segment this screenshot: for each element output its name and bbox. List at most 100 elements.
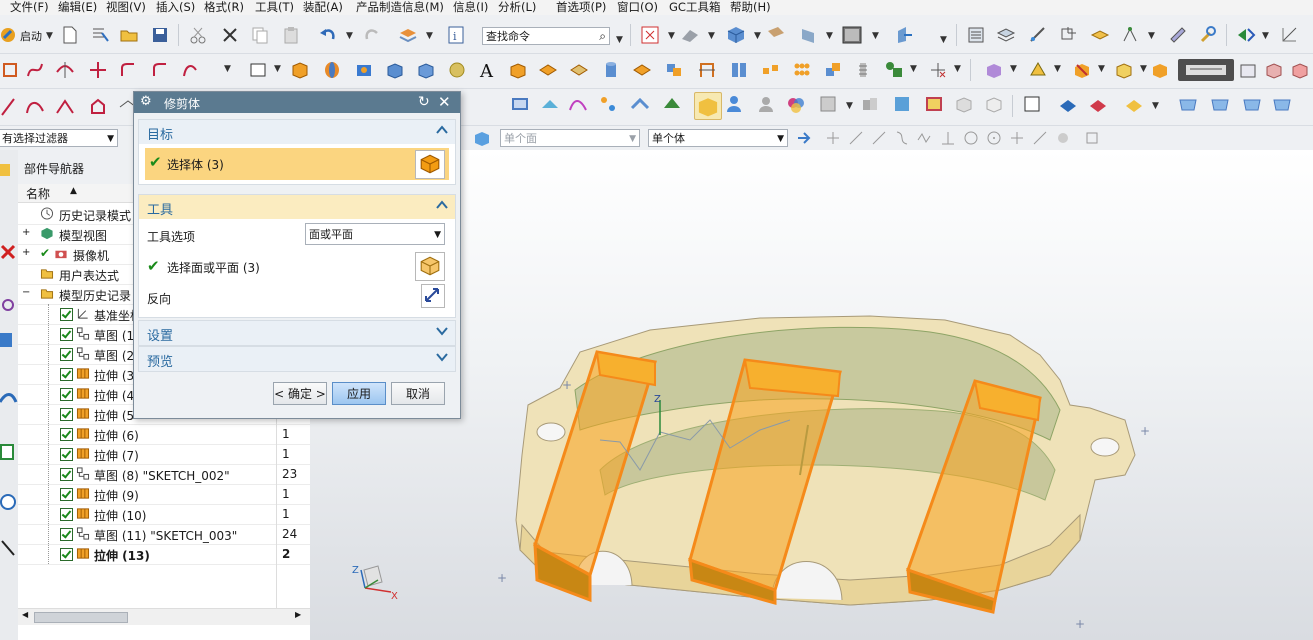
resource-assembly-icon[interactable] xyxy=(0,160,18,180)
feature-checkbox[interactable] xyxy=(60,368,73,381)
sketch-icon[interactable] xyxy=(0,60,20,80)
sort-arrow-icon[interactable]: ▲ xyxy=(70,186,77,196)
menu-info[interactable]: 信息(I) xyxy=(453,0,488,15)
feature-row[interactable]: 拉伸 (13) 2 xyxy=(18,544,310,565)
split-body-icon[interactable] xyxy=(1150,60,1170,80)
menu-analysis[interactable]: 分析(L) xyxy=(498,0,536,15)
collapse-chevron-icon[interactable] xyxy=(435,199,449,211)
sphere-icon[interactable] xyxy=(447,60,467,80)
feature-checkbox[interactable] xyxy=(60,328,73,341)
keyboard-icon[interactable] xyxy=(1178,59,1234,81)
select-body-button[interactable] xyxy=(415,150,445,179)
close-icon[interactable]: ✕ xyxy=(438,93,451,111)
assembly-icon[interactable] xyxy=(860,94,880,114)
thread-icon[interactable] xyxy=(853,60,873,80)
fillet-curve-icon[interactable] xyxy=(150,60,170,80)
face-rule-select[interactable]: 单个面 ▼ xyxy=(500,129,640,147)
collapse-chevron-icon[interactable] xyxy=(435,124,449,136)
surface-3-icon[interactable] xyxy=(1242,94,1262,114)
edge-blend-dropdown-icon[interactable]: ▼ xyxy=(1054,64,1061,74)
orient-dropdown-icon[interactable]: ▼ xyxy=(826,31,833,41)
arc-icon[interactable] xyxy=(25,97,45,117)
rect-dropdown-icon[interactable]: ▼ xyxy=(274,64,281,74)
menu-format[interactable]: 格式(R) xyxy=(204,0,244,15)
menu-window[interactable]: 窗口(O) xyxy=(617,0,658,15)
orange-plane-icon[interactable] xyxy=(1124,94,1144,114)
new-file-icon[interactable] xyxy=(60,25,80,45)
curve-more-icon[interactable]: ▼ xyxy=(224,64,231,74)
snap-point-on-icon[interactable] xyxy=(1007,128,1027,148)
select-box-icon[interactable] xyxy=(1022,94,1042,114)
array-icon[interactable] xyxy=(792,60,812,80)
draft-icon[interactable] xyxy=(697,60,717,80)
layer-category-icon[interactable] xyxy=(1090,25,1110,45)
name-column-header[interactable]: 名称 xyxy=(26,185,50,202)
arrow-right-icon[interactable] xyxy=(795,128,815,148)
apply-button[interactable]: 应用 xyxy=(332,382,386,405)
swept-icon[interactable] xyxy=(630,94,650,114)
combine-icon[interactable] xyxy=(823,60,843,80)
spline-icon[interactable] xyxy=(180,60,200,80)
feature-checkbox[interactable] xyxy=(60,548,73,561)
select-body-row[interactable]: ✔ 选择体 (3) xyxy=(145,148,449,180)
history-icon[interactable] xyxy=(90,25,110,45)
feature-checkbox[interactable] xyxy=(60,348,73,361)
resource-role-icon[interactable] xyxy=(0,537,18,557)
fit-view-icon[interactable] xyxy=(640,25,660,45)
extrude-icon[interactable] xyxy=(290,60,310,80)
datum-dropdown-icon[interactable]: ▼ xyxy=(954,64,961,74)
start-dropdown-icon[interactable]: ▼ xyxy=(46,31,53,41)
section-dropdown-icon[interactable]: ▼ xyxy=(846,101,853,111)
feature-checkbox[interactable] xyxy=(60,488,73,501)
tool-option-dropdown-icon[interactable]: ▼ xyxy=(434,224,441,246)
pattern-icon[interactable] xyxy=(729,60,749,80)
preview-section[interactable]: 预览 xyxy=(138,346,456,372)
trim-curve-icon[interactable] xyxy=(55,60,75,80)
copy-icon[interactable] xyxy=(250,25,270,45)
face-blend-icon[interactable] xyxy=(984,60,1004,80)
body-icon[interactable] xyxy=(1290,60,1310,80)
trim-body-icon[interactable] xyxy=(1114,60,1134,80)
feature-checkbox[interactable] xyxy=(60,388,73,401)
wcs-icon[interactable] xyxy=(1058,25,1078,45)
wire-body-icon[interactable] xyxy=(984,94,1004,114)
cylinder-icon[interactable] xyxy=(601,60,621,80)
start-button[interactable]: 启动 xyxy=(20,28,42,44)
wrench-icon[interactable] xyxy=(1198,25,1218,45)
render-dropdown-icon[interactable]: ▼ xyxy=(708,31,715,41)
plane-icon[interactable] xyxy=(928,60,948,80)
face-rule-dropdown-icon[interactable]: ▼ xyxy=(629,130,636,148)
check-icon[interactable]: ✔ xyxy=(40,246,50,260)
orient-icon[interactable] xyxy=(798,25,818,45)
tool-option-select[interactable]: 面或平面 ▼ xyxy=(305,223,445,245)
resource-system-icon[interactable] xyxy=(0,442,18,462)
feature-row[interactable]: 拉伸 (6) 1 xyxy=(18,424,310,445)
bg-dropdown-icon[interactable]: ▼ xyxy=(872,31,879,41)
plane-dropdown-icon[interactable]: ▼ xyxy=(1152,101,1159,111)
feature-checkbox[interactable] xyxy=(60,428,73,441)
boss-icon[interactable] xyxy=(385,60,405,80)
sketch-plane-icon[interactable] xyxy=(1280,25,1300,45)
work-layer-icon[interactable] xyxy=(398,25,418,45)
snap-grid-icon[interactable] xyxy=(1082,128,1102,148)
offset-face-icon[interactable] xyxy=(664,60,684,80)
subtract-icon[interactable] xyxy=(538,60,558,80)
menu-pmi[interactable]: 产品制造信息(M) xyxy=(356,0,444,15)
shaded-cube-icon[interactable] xyxy=(726,25,746,45)
undo-icon[interactable] xyxy=(318,25,338,45)
select-feature-icon[interactable] xyxy=(472,128,492,148)
collapse-icon[interactable]: − xyxy=(22,287,30,298)
ok-button[interactable]: < 确定 > xyxy=(273,382,327,405)
cut-icon[interactable] xyxy=(188,25,208,45)
user-defined-icon[interactable] xyxy=(756,94,776,114)
reset-icon[interactable]: ↻ xyxy=(418,94,430,110)
snap-face-icon[interactable] xyxy=(1030,128,1050,148)
paste-icon[interactable] xyxy=(281,25,301,45)
move-object-icon[interactable] xyxy=(1088,94,1108,114)
curve-mesh-icon[interactable] xyxy=(568,94,588,114)
rectangle-icon[interactable] xyxy=(248,60,268,80)
unite-icon[interactable] xyxy=(508,60,528,80)
feature-row[interactable]: 草图 (8) "SKETCH_002" 23 xyxy=(18,464,310,485)
datum-csys-icon[interactable] xyxy=(1238,60,1258,80)
layer-dropdown-icon[interactable]: ▼ xyxy=(426,31,433,41)
